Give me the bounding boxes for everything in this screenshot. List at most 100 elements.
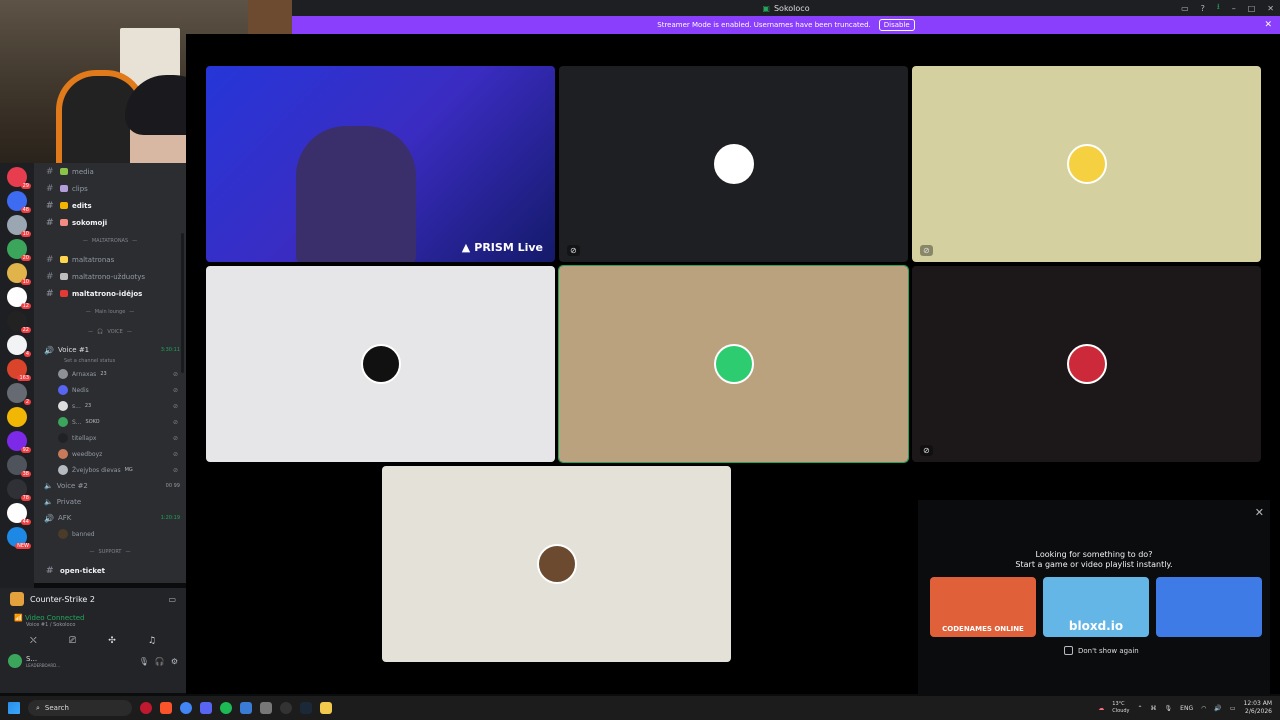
opera-icon[interactable] (140, 702, 152, 714)
server-icon[interactable]: 163 (7, 359, 31, 381)
voice-channel-1[interactable]: 🔊 Voice #1 3:30:11 (34, 342, 186, 358)
server-icon[interactable]: 38 (7, 455, 31, 477)
app-icon[interactable] (240, 702, 252, 714)
server-icon[interactable]: 78 (7, 479, 31, 501)
voice-connected-status[interactable]: 📶 Video Connected Voice #1 / Sokoloco (0, 610, 186, 632)
category-main-lounge[interactable]: — Main lounge — (34, 302, 186, 322)
close-icon[interactable]: ✕ (1267, 4, 1274, 13)
gear-icon[interactable]: ⚙ (171, 657, 178, 666)
file-icon[interactable] (320, 702, 332, 714)
chrome-icon[interactable] (180, 702, 192, 714)
channel-status[interactable]: Set a channel status (34, 358, 186, 366)
mute-icon: ⊘ (172, 466, 178, 474)
close-icon[interactable]: ✕ (1255, 506, 1264, 519)
server-icon[interactable]: 2 (7, 383, 31, 405)
video-tile[interactable] (382, 466, 731, 662)
volume-icon[interactable]: 🔊 (1214, 705, 1221, 712)
weather[interactable]: 13°C Cloudy (1112, 701, 1129, 715)
download-icon[interactable]: ⭳ (1217, 1, 1220, 15)
streamer-mode-banner: Streamer Mode is enabled. Usernames have… (292, 16, 1280, 34)
voice-channel-2[interactable]: 🔈 Voice #2 00 99 (34, 478, 186, 494)
channel-open-ticket[interactable]: # open-ticket (34, 562, 186, 579)
voice-channel-afk[interactable]: 🔊 AFK 1:20:19 (34, 510, 186, 526)
discord-icon[interactable] (200, 702, 212, 714)
server-icon[interactable]: 22 (7, 311, 31, 333)
dont-show-again-checkbox[interactable]: Don't show again (1064, 646, 1139, 655)
battery-icon[interactable]: ▭ (1230, 705, 1236, 712)
disable-button[interactable]: Disable (878, 19, 915, 31)
minimize-icon[interactable]: – (1232, 4, 1236, 13)
brave-icon[interactable] (160, 702, 172, 714)
server-icon[interactable]: 92 (7, 431, 31, 453)
headphones-icon[interactable]: 🎧 (155, 657, 165, 666)
text-channel[interactable]: # edits (34, 197, 186, 214)
voice-user[interactable]: s... 23 ⊘ (34, 398, 186, 414)
video-tile[interactable]: ⊘ (912, 66, 1261, 262)
server-icon[interactable]: 29 (7, 167, 31, 189)
taskbar: ⌕ Search ☁ 13°C Cloudy ⌃ ⌘ 🎙 ENG ◠ 🔊 ▭ 1… (0, 696, 1280, 720)
voice-user[interactable]: S... SOKO ⊘ (34, 414, 186, 430)
server-icon[interactable]: 4 (7, 335, 31, 357)
category-maltatronas[interactable]: — MALTATRONAS — (34, 231, 186, 251)
discord-icon: ▣ (762, 3, 770, 13)
mic-icon[interactable]: 🎙 (139, 657, 149, 666)
category-voice[interactable]: — 🎧 VOICE — (34, 322, 186, 342)
maximize-icon[interactable]: □ (1248, 4, 1256, 13)
activity-card[interactable]: CODENAMES ONLINE (930, 577, 1036, 637)
scrollbar[interactable] (181, 233, 184, 373)
video-tile-live[interactable]: ▲ PRISM Live (206, 66, 555, 262)
camera-off-icon[interactable]: ⛌ (30, 636, 37, 646)
video-tile[interactable] (558, 265, 909, 463)
server-icon[interactable] (7, 407, 27, 427)
voice-user[interactable]: Žvejybos dievas MG ⊘ (34, 462, 186, 478)
language-indicator[interactable]: ENG (1180, 705, 1193, 712)
server-icon[interactable]: 48 (7, 191, 31, 213)
text-channel[interactable]: # media (34, 163, 186, 180)
category-support[interactable]: — SUPPORT — (34, 542, 186, 562)
video-tile[interactable] (206, 266, 555, 462)
close-banner-icon[interactable]: ✕ (1264, 20, 1272, 30)
text-channel[interactable]: # maltatrono-užduotys (34, 268, 186, 285)
avatar (58, 401, 68, 411)
server-icon[interactable]: NEW (7, 527, 31, 549)
avatar[interactable] (8, 654, 22, 668)
screen-share-icon[interactable]: ▭ (1181, 4, 1189, 13)
screen-icon[interactable]: ▭ (168, 595, 176, 604)
soundboard-icon[interactable]: ♫ (148, 636, 156, 646)
screen-share-icon[interactable]: ⎚ (69, 636, 76, 646)
game-activity[interactable]: Counter-Strike 2 ▭ (0, 588, 186, 610)
text-channel[interactable]: # sokomoji (34, 214, 186, 231)
server-icon[interactable]: 10 (7, 215, 31, 237)
voice-user[interactable]: Arnaxas 23 ⊘ (34, 366, 186, 382)
mic-icon[interactable]: 🎙 (1165, 705, 1173, 712)
voice-user[interactable]: Nedis ⊘ (34, 382, 186, 398)
voice-user[interactable]: weedboyz ⊘ (34, 446, 186, 462)
video-tile[interactable]: ⊘ (559, 66, 908, 262)
unread-badge: 92 (20, 447, 31, 453)
activity-icon[interactable]: ✣ (108, 636, 116, 646)
voice-user[interactable]: banned (34, 526, 186, 542)
server-icon[interactable]: 10 (7, 263, 31, 285)
voice-channel-private[interactable]: 🔈 Private (34, 494, 186, 510)
video-tile[interactable]: ⊘ (912, 266, 1261, 462)
windows-start-icon[interactable] (8, 702, 20, 714)
server-icon[interactable]: 20 (7, 239, 31, 261)
steam-icon[interactable] (300, 702, 312, 714)
activity-card[interactable] (1156, 577, 1262, 637)
settings-icon[interactable] (260, 702, 272, 714)
chevron-up-icon[interactable]: ⌃ (1138, 705, 1143, 712)
clock[interactable]: 12:03 AM 2/6/2026 (1244, 700, 1272, 716)
server-icon[interactable]: 12 (7, 287, 31, 309)
text-channel[interactable]: # maltatrono-idėjos (34, 285, 186, 302)
text-channel[interactable]: # clips (34, 180, 186, 197)
text-channel[interactable]: # maltatronas (34, 251, 186, 268)
wifi-icon[interactable]: ◠ (1201, 705, 1206, 712)
server-icon[interactable]: 44 (7, 503, 31, 525)
spotify-icon[interactable] (220, 702, 232, 714)
taskbar-search[interactable]: ⌕ Search (28, 700, 132, 716)
help-icon[interactable]: ? (1201, 4, 1205, 13)
network-icon[interactable]: ⌘ (1151, 705, 1157, 712)
voice-user[interactable]: titellapx ⊘ (34, 430, 186, 446)
obs-icon[interactable] (280, 702, 292, 714)
activity-card[interactable]: bloxd.io (1043, 577, 1149, 637)
